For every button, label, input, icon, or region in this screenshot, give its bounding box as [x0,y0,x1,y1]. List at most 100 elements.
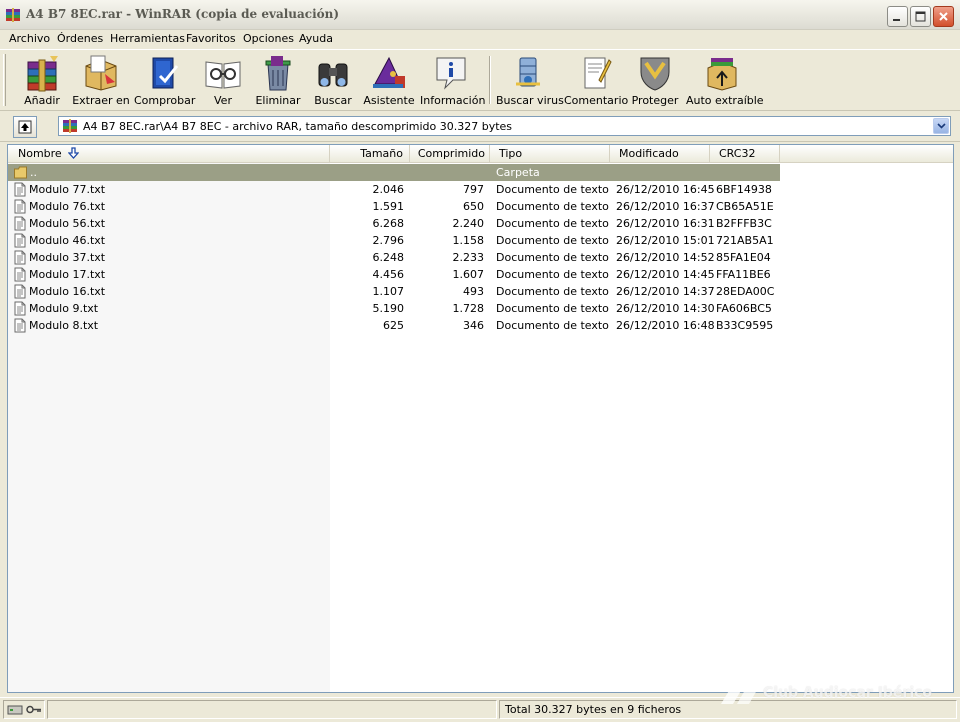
file-type: Documento de texto [496,234,609,247]
file-modified: 26/12/2010 14:30 [616,302,715,315]
winrar-window: A4 B7 8EC.rar - WinRAR (copia de evaluac… [0,0,960,722]
file-row[interactable]: Modulo 76.txt 1.591 650 Documento de texto 2… [8,198,780,215]
file-modified: 26/12/2010 14:45 [616,268,715,281]
add-archive-icon [27,56,58,92]
file-packed: 493 [463,285,484,298]
menu-archivo[interactable]: Archivo [9,32,50,45]
file-name: Modulo 46.txt [29,234,106,247]
virus-scan-button[interactable]: Buscar virus [496,52,564,110]
maximize-icon [915,11,926,22]
folder-icon [14,166,27,179]
info-icon [436,57,466,90]
toolbar-grip[interactable] [3,54,6,106]
info-label: Información [420,94,486,107]
status-selection-panel [47,700,497,719]
file-type: Documento de texto [496,285,609,298]
address-dropdown-button[interactable] [933,118,949,134]
add-button[interactable]: Añadir [14,52,70,110]
menu-opciones[interactable]: Opciones [243,32,294,45]
file-name: Modulo 37.txt [29,251,106,264]
sfx-button[interactable]: Auto extraíble [686,52,764,110]
key-icon [26,705,41,714]
up-arrow-icon [18,120,32,134]
status-summary: Total 30.327 bytes en 9 ficheros [505,703,682,716]
menu-herramientas[interactable]: Herramientas [110,32,185,45]
text-file-icon [14,301,26,316]
comment-button[interactable]: Comentario [564,52,628,110]
parent-folder-row[interactable]: .. Carpeta [8,164,780,181]
file-row[interactable]: Modulo 77.txt 2.046 797 Documento de texto 2… [8,181,780,198]
column-header-packed[interactable]: Comprimido [410,145,490,162]
info-button[interactable]: Información [420,52,486,110]
column-header-name-label: Nombre [18,147,62,160]
file-row[interactable]: Modulo 46.txt 2.796 1.158 Documento de text… [8,232,780,249]
wizard-label: Asistente [363,94,415,107]
file-crc: 85FA1E04 [716,251,771,264]
file-name: Modulo 17.txt [29,268,106,281]
address-bar: A4 B7 8EC.rar\A4 B7 8EC - archivo RAR, t… [0,112,960,142]
test-icon [152,57,179,89]
rar-archive-icon [63,119,77,133]
column-header-crc[interactable]: CRC32 [710,145,780,162]
file-packed: 346 [463,319,484,332]
file-list[interactable]: Nombre Tamaño Comprimido Tipo Modificado… [7,144,954,693]
maximize-button[interactable] [910,6,931,27]
file-modified: 26/12/2010 16:31 [616,217,715,230]
column-header-packed-label: Comprimido [417,147,485,160]
file-row[interactable]: Modulo 56.txt 6.268 2.240 Documento de text… [8,215,780,232]
file-row[interactable]: Modulo 37.txt 6.248 2.233 Documento de text… [8,249,780,266]
view-button[interactable]: Ver [200,52,246,110]
column-header-crc-label: CRC32 [719,147,756,160]
menu-favoritos[interactable]: Favoritos [186,32,236,45]
column-header-size[interactable]: Tamaño [330,145,410,162]
column-header-size-label: Tamaño [360,147,403,160]
file-modified: 26/12/2010 15:01 [616,234,715,247]
toolbar-separator [489,56,491,104]
menu-ordenes[interactable]: Órdenes [57,32,103,45]
column-header-type[interactable]: Tipo [490,145,610,162]
file-type: Documento de texto [496,183,609,196]
wizard-button[interactable]: Asistente [362,52,416,110]
file-row[interactable]: Modulo 8.txt 625 346 Documento de texto 26/1… [8,317,780,334]
protect-icon [640,57,670,91]
close-button[interactable] [933,6,954,27]
column-header-name[interactable]: Nombre [8,145,330,162]
file-row[interactable]: Modulo 16.txt 1.107 493 Documento de texto 2… [8,283,780,300]
sfx-label: Auto extraíble [686,94,764,107]
address-field[interactable]: A4 B7 8EC.rar\A4 B7 8EC - archivo RAR, t… [58,116,951,136]
file-packed: 1.158 [452,234,485,247]
file-packed: 2.233 [452,251,485,264]
column-header-modified[interactable]: Modificado [610,145,710,162]
test-button[interactable]: Comprobar [134,52,195,110]
text-file-icon [14,216,26,231]
delete-button[interactable]: Eliminar [254,52,302,110]
list-header: Nombre Tamaño Comprimido Tipo Modificado… [8,145,953,163]
text-file-icon [14,267,26,282]
find-button[interactable]: Buscar [310,52,356,110]
protect-label: Proteger [631,94,679,107]
file-row[interactable]: Modulo 17.txt 4.456 1.607 Documento de text… [8,266,780,283]
file-size: 1.591 [372,200,405,213]
file-crc: FA606BC5 [716,302,772,315]
title-bar[interactable]: A4 B7 8EC.rar - WinRAR (copia de evaluac… [0,0,960,30]
file-size: 625 [383,319,404,332]
text-file-icon [14,233,26,248]
file-modified: 26/12/2010 16:37 [616,200,715,213]
menu-ayuda[interactable]: Ayuda [299,32,333,45]
file-name: Modulo 8.txt [29,319,99,332]
minimize-button[interactable] [887,6,908,27]
file-type: Documento de texto [496,217,609,230]
protect-button[interactable]: Proteger [630,52,680,110]
file-name: Modulo 77.txt [29,183,106,196]
winrar-app-icon [6,8,20,22]
file-row[interactable]: Modulo 9.txt 5.190 1.728 Documento de texto… [8,300,780,317]
file-size: 6.268 [372,217,405,230]
close-icon [939,12,948,21]
file-name: Modulo 56.txt [29,217,106,230]
file-packed: 797 [463,183,484,196]
file-type: Documento de texto [496,319,609,332]
file-type: Documento de texto [496,302,609,315]
extract-button[interactable]: Extraer en [72,52,130,110]
toolbar: Añadir Extraer en Comprobar Ver Eliminar… [0,49,960,111]
up-folder-button[interactable] [13,116,37,138]
